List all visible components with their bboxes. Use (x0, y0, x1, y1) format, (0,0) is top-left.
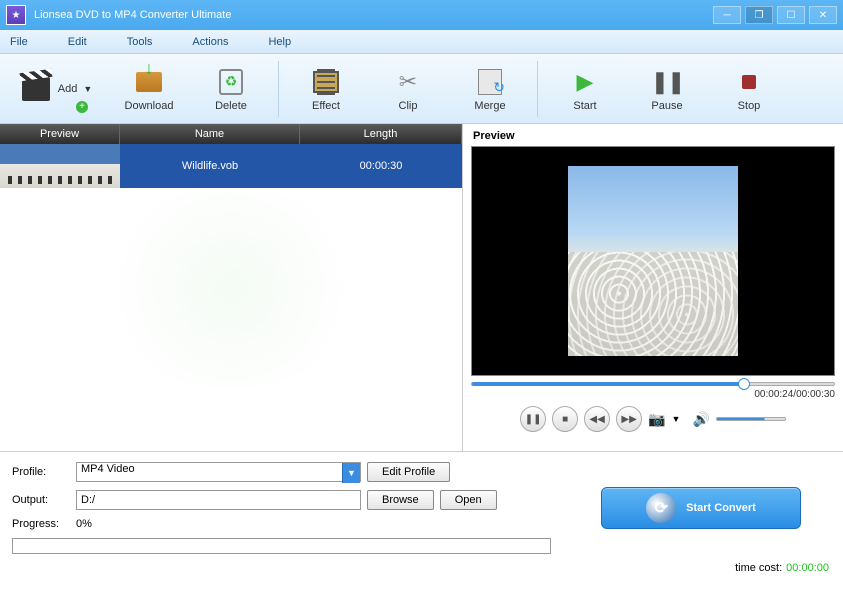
output-input[interactable] (76, 490, 361, 510)
header-length[interactable]: Length (300, 124, 462, 144)
browse-button[interactable]: Browse (367, 490, 434, 510)
clapper-icon (22, 77, 50, 101)
status-bar: time cost: 00:00:00 (0, 560, 843, 578)
start-button[interactable]: ▶ Start (546, 59, 624, 119)
minimize-button[interactable]: ─ (713, 6, 741, 24)
add-button[interactable]: + Add ▼ (6, 59, 106, 119)
pause-button[interactable]: ❚❚ Pause (628, 59, 706, 119)
playback-time: 00:00:24/00:00:30 (754, 389, 835, 400)
menu-bar: File Edit Tools Actions Help (0, 30, 843, 54)
merge-button[interactable]: Merge (451, 59, 529, 119)
open-button[interactable]: Open (440, 490, 497, 510)
recycle-icon: ♻ (219, 69, 243, 95)
effect-button[interactable]: Effect (287, 59, 365, 119)
time-cost-value: 00:00:00 (786, 562, 829, 574)
progress-value: 0% (76, 518, 92, 530)
toolbar-divider (278, 61, 279, 117)
restore-button[interactable]: ❐ (745, 6, 773, 24)
edit-profile-button[interactable]: Edit Profile (367, 462, 450, 482)
start-convert-button[interactable]: ⟳ Start Convert (601, 487, 801, 529)
stop-icon (742, 75, 756, 89)
pause-icon: ❚❚ (651, 66, 683, 98)
bottom-panel: Profile: MP4 Video ▼ Edit Profile Output… (0, 451, 843, 560)
menu-tools[interactable]: Tools (127, 36, 153, 48)
video-thumbnail (568, 166, 738, 356)
player-rewind-button[interactable]: ◀◀ (584, 406, 610, 432)
header-preview[interactable]: Preview (0, 124, 120, 144)
clip-button[interactable]: ✂ Clip (369, 59, 447, 119)
add-label: Add (58, 83, 78, 95)
profile-label: Profile: (12, 466, 70, 478)
filmstrip-icon (313, 71, 339, 93)
chevron-down-icon: ▼ (342, 463, 360, 483)
output-label: Output: (12, 494, 70, 506)
download-icon (136, 72, 162, 92)
download-button[interactable]: Download (110, 59, 188, 119)
player-pause-button[interactable]: ❚❚ (520, 406, 546, 432)
list-header: Preview Name Length (0, 124, 462, 144)
close-button[interactable]: ✕ (809, 6, 837, 24)
row-thumbnail (0, 144, 120, 188)
delete-button[interactable]: ♻ Delete (192, 59, 270, 119)
header-name[interactable]: Name (120, 124, 300, 144)
progress-bar (12, 538, 551, 554)
preview-label: Preview (473, 130, 835, 142)
preview-panel: Preview 00:00:24/00:00:30 ❚❚ ■ ◀◀ ▶▶ 📷 ▼… (463, 124, 843, 451)
menu-help[interactable]: Help (268, 36, 291, 48)
progress-label: Progress: (12, 518, 70, 530)
toolbar-divider (537, 61, 538, 117)
video-frame[interactable] (471, 146, 835, 376)
merge-icon (478, 69, 502, 95)
row-length: 00:00:30 (300, 160, 462, 172)
volume-icon[interactable]: 🔊 (692, 411, 709, 428)
title-bar: Lionsea DVD to MP4 Converter Ultimate ─ … (0, 0, 843, 30)
menu-edit[interactable]: Edit (68, 36, 87, 48)
app-title: Lionsea DVD to MP4 Converter Ultimate (34, 9, 231, 21)
profile-select[interactable]: MP4 Video ▼ (76, 462, 361, 482)
file-list-panel: Preview Name Length Wildlife.vob 00:00:3… (0, 124, 463, 451)
play-icon: ▶ (569, 66, 601, 98)
player-stop-button[interactable]: ■ (552, 406, 578, 432)
list-row[interactable]: Wildlife.vob 00:00:30 (0, 144, 462, 188)
plus-icon: + (76, 101, 88, 113)
menu-file[interactable]: File (10, 36, 28, 48)
convert-icon: ⟳ (646, 493, 676, 523)
stop-button[interactable]: Stop (710, 59, 788, 119)
volume-slider[interactable] (716, 417, 786, 421)
toolbar: + Add ▼ Download ♻ Delete Effect ✂ Clip … (0, 54, 843, 124)
menu-actions[interactable]: Actions (192, 36, 228, 48)
add-dropdown-icon: ▼ (83, 84, 92, 94)
player-forward-button[interactable]: ▶▶ (616, 406, 642, 432)
time-cost-label: time cost: (735, 562, 782, 574)
snapshot-dropdown-icon[interactable]: ▼ (672, 414, 681, 424)
scissors-icon: ✂ (392, 66, 424, 98)
maximize-button[interactable]: ☐ (777, 6, 805, 24)
snapshot-button[interactable]: 📷 (648, 411, 665, 428)
seek-slider[interactable] (471, 382, 835, 386)
app-logo-icon (6, 5, 26, 25)
row-name: Wildlife.vob (120, 160, 300, 172)
